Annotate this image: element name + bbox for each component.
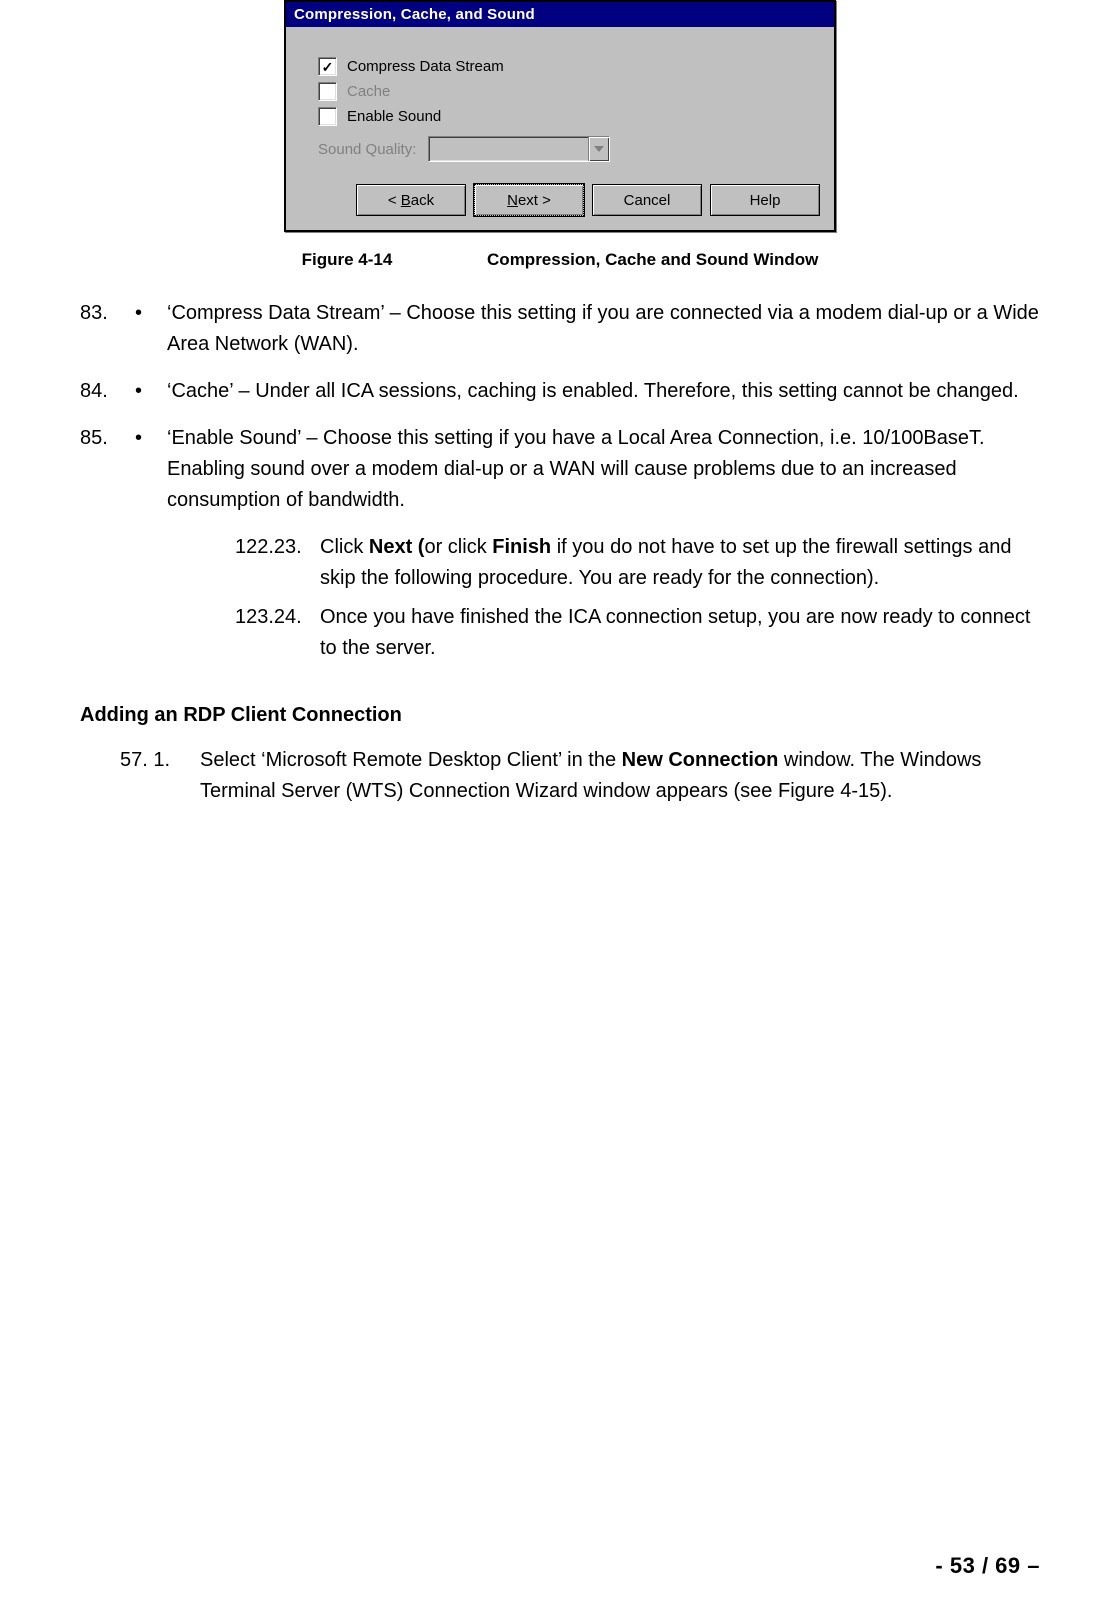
compress-data-stream-row[interactable]: Compress Data Stream <box>318 57 816 76</box>
list-item: 84. • ‘Cache’ – Under all ICA sessions, … <box>80 376 1040 407</box>
list-item: 83. • ‘Compress Data Stream’ – Choose th… <box>80 298 1040 360</box>
substep: 123.24. Once you have finished the ICA c… <box>235 602 1040 664</box>
figure-label: Figure 4-14 <box>302 250 393 270</box>
substep-number: 122.23. <box>235 532 320 594</box>
compression-cache-sound-dialog: Compression, Cache, and Sound Compress D… <box>284 0 836 232</box>
substep-text: Once you have finished the ICA connectio… <box>320 602 1040 664</box>
help-button[interactable]: Help <box>710 184 820 216</box>
item-text: ‘Cache’ – Under all ICA sessions, cachin… <box>167 376 1040 407</box>
substep-text: Click Next (or click Finish if you do no… <box>320 532 1040 594</box>
compress-checkbox[interactable] <box>318 57 337 76</box>
dialog-button-row: < Back Next > Cancel Help <box>286 170 834 230</box>
sound-quality-combo <box>428 136 610 162</box>
substep-number: 123.24. <box>235 602 320 664</box>
item-number: 85. <box>80 423 135 516</box>
chevron-down-icon <box>588 137 609 161</box>
item-number: 84. <box>80 376 135 407</box>
bullet-icon: • <box>135 298 167 360</box>
substep: 122.23. Click Next (or click Finish if y… <box>235 532 1040 594</box>
cache-row: Cache <box>318 82 816 101</box>
cache-label: Cache <box>347 83 390 100</box>
rdp-step-text: Select ‘Microsoft Remote Desktop Client’… <box>200 745 1040 807</box>
bullet-icon: • <box>135 423 167 516</box>
rdp-step: 57. 1. Select ‘Microsoft Remote Desktop … <box>80 745 1040 807</box>
sound-quality-row: Sound Quality: <box>318 136 816 162</box>
item-text: ‘Compress Data Stream’ – Choose this set… <box>167 298 1040 360</box>
next-button[interactable]: Next > <box>474 184 584 216</box>
bullet-icon: • <box>135 376 167 407</box>
substeps: 122.23. Click Next (or click Finish if y… <box>235 532 1040 664</box>
cache-checkbox <box>318 82 337 101</box>
item-text: ‘Enable Sound’ – Choose this setting if … <box>167 423 1040 516</box>
dialog-titlebar: Compression, Cache, and Sound <box>286 2 834 27</box>
enable-sound-checkbox[interactable] <box>318 107 337 126</box>
back-button[interactable]: < Back <box>356 184 466 216</box>
cancel-button[interactable]: Cancel <box>592 184 702 216</box>
compress-label: Compress Data Stream <box>347 58 504 75</box>
section-heading: Adding an RDP Client Connection <box>80 700 1040 731</box>
list-item: 85. • ‘Enable Sound’ – Choose this setti… <box>80 423 1040 516</box>
enable-sound-row[interactable]: Enable Sound <box>318 107 816 126</box>
page-footer: - 53 / 69 – <box>935 1553 1040 1579</box>
figure-caption: Figure 4-14 Compression, Cache and Sound… <box>0 250 1120 270</box>
rdp-step-number: 57. 1. <box>120 745 200 807</box>
enable-sound-label: Enable Sound <box>347 108 441 125</box>
sound-quality-label: Sound Quality: <box>318 141 416 158</box>
item-number: 83. <box>80 298 135 360</box>
figure-text: Compression, Cache and Sound Window <box>487 250 818 269</box>
